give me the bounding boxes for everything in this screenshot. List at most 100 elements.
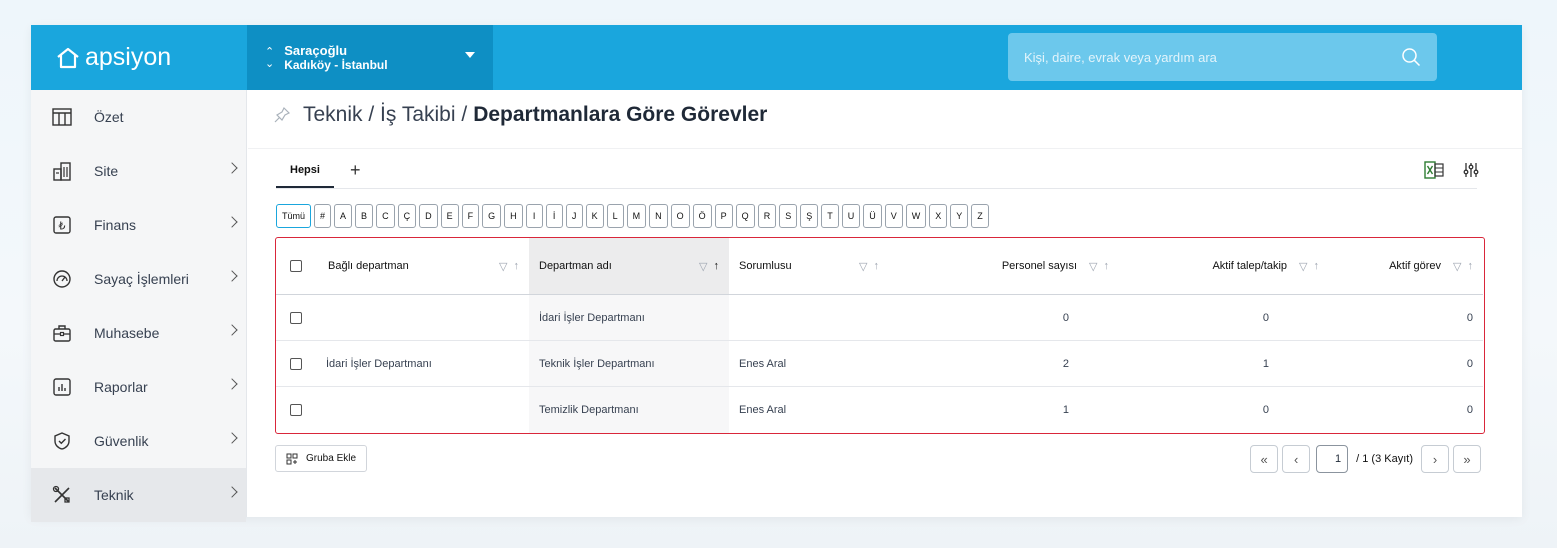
last-page-button[interactable]: » [1453, 445, 1481, 473]
cell-active-tasks: 0 [1466, 357, 1473, 370]
letter-filter-item[interactable]: R [757, 204, 777, 228]
letter-filter-item[interactable]: L [606, 204, 624, 228]
letter-filter-item[interactable]: T [821, 204, 839, 228]
filter-icon[interactable]: ▽ [859, 260, 867, 273]
sidebar: Özet Site ₺ Finans Sayaç İşlemleri Muhas… [31, 90, 247, 522]
sidebar-item-finans[interactable]: ₺ Finans [31, 198, 246, 252]
column-header[interactable]: Personel sayısı [1002, 260, 1077, 272]
sort-icon[interactable]: ↑ [514, 260, 520, 273]
letter-filter-all[interactable]: Tümü [276, 204, 312, 228]
letter-filter-item[interactable]: V [884, 204, 903, 228]
row-checkbox[interactable] [290, 311, 302, 324]
column-header[interactable]: Departman adı [539, 260, 612, 272]
letter-filter-item[interactable]: P [714, 204, 733, 228]
sidebar-item-label: Site [94, 163, 119, 179]
first-page-button[interactable]: « [1250, 445, 1279, 473]
cell-staff-count: 2 [1062, 357, 1069, 370]
next-page-button[interactable]: › [1421, 445, 1449, 473]
page-number-input[interactable]: 1 [1316, 445, 1349, 473]
column-header[interactable]: Aktif talep/takip [1212, 260, 1287, 272]
pagination: « ‹ 1 / 1 (3 Kayıt) › » [1250, 445, 1481, 473]
sidebar-item-site[interactable]: Site [31, 144, 246, 198]
filter-icon[interactable]: ▽ [1453, 260, 1461, 273]
sidebar-item-teknik[interactable]: Teknik [31, 468, 246, 522]
letter-filter-item[interactable]: Ö [692, 204, 712, 228]
letter-filter-item[interactable]: S [779, 204, 798, 228]
letter-filter-item[interactable]: B [355, 204, 374, 228]
dropdown-caret-icon[interactable] [465, 52, 475, 58]
filter-icon[interactable]: ▽ [699, 260, 707, 273]
sidebar-item-guvenlik[interactable]: Güvenlik [31, 414, 246, 468]
letter-filter-item[interactable]: I [525, 204, 543, 228]
letter-filter-item[interactable]: H [504, 204, 523, 228]
sort-asc-icon[interactable]: ↑ [714, 260, 720, 273]
divider [276, 188, 1477, 189]
letter-filter-item[interactable]: İ [545, 204, 563, 228]
table-row[interactable]: İdari İşler Departmanı 0 0 0 [276, 295, 1483, 341]
search-icon[interactable] [1401, 47, 1421, 67]
filter-icon[interactable]: ▽ [1089, 260, 1097, 273]
add-tab-button[interactable]: + [350, 160, 361, 187]
letter-filter-item[interactable]: Z [971, 204, 989, 228]
cell-responsible: Enes Aral [739, 404, 787, 416]
letter-filter-item[interactable]: J [565, 204, 583, 228]
sidebar-item-sayac-islemleri[interactable]: Sayaç İşlemleri [31, 252, 246, 306]
search-input[interactable] [1024, 49, 1401, 65]
cell-department-name: Teknik İşler Departmanı [529, 341, 729, 386]
sidebar-item-ozet[interactable]: Özet [31, 90, 246, 144]
row-checkbox[interactable] [290, 404, 302, 416]
letter-filter-item[interactable]: C [376, 204, 395, 228]
letter-filter-item[interactable]: Y [950, 204, 969, 228]
letter-filter-item[interactable]: Ü [863, 204, 882, 228]
excel-export-icon[interactable] [1424, 161, 1444, 179]
column-header[interactable]: Aktif görev [1389, 260, 1441, 272]
filter-icon[interactable]: ▽ [499, 260, 507, 273]
chevron-right-icon [226, 432, 238, 444]
briefcase-icon [51, 322, 73, 344]
site-switcher[interactable]: ⌃ ⌄ Saraçoğlu Kadıköy - İstanbul [247, 25, 493, 90]
letter-filter-item[interactable]: E [440, 204, 459, 228]
cell-department-name: Temizlik Departmanı [529, 387, 729, 433]
column-header[interactable]: Bağlı departman [328, 260, 409, 272]
cell-active-requests: 0 [1262, 404, 1269, 416]
sidebar-item-raporlar[interactable]: Raporlar [31, 360, 246, 414]
letter-filter-item[interactable]: Ş [800, 204, 819, 228]
letter-filter-item[interactable]: D [419, 204, 438, 228]
cell-staff-count: 0 [1062, 311, 1069, 324]
chevron-right-icon [226, 270, 238, 282]
cell-responsible: Enes Aral [739, 357, 787, 370]
letter-filter-item[interactable]: M [626, 204, 647, 228]
building-icon [51, 160, 73, 182]
pin-icon[interactable] [273, 106, 291, 124]
column-settings-icon[interactable] [1462, 161, 1480, 179]
sidebar-item-label: Muhasebe [94, 325, 160, 341]
cell-responsible [729, 295, 919, 340]
table-row[interactable]: Temizlik Departmanı Enes Aral 1 0 0 [276, 387, 1483, 433]
letter-filter-item[interactable]: N [649, 204, 668, 228]
prev-page-button[interactable]: ‹ [1282, 445, 1311, 473]
letter-filter-item[interactable]: U [841, 204, 861, 228]
sidebar-item-muhasebe[interactable]: Muhasebe [31, 306, 246, 360]
row-checkbox[interactable] [290, 357, 302, 370]
letter-filter-item[interactable]: X [929, 204, 948, 228]
letter-filter-item[interactable]: K [585, 204, 604, 228]
column-header[interactable]: Sorumlusu [739, 260, 792, 272]
filter-icon[interactable]: ▽ [1299, 260, 1307, 273]
table-row[interactable]: İdari İşler Departmanı Teknik İşler Depa… [276, 341, 1483, 387]
tab-hepsi[interactable]: Hepsi [276, 158, 334, 188]
letter-filter-item[interactable]: G [482, 204, 502, 228]
letter-filter-item[interactable]: Q [735, 204, 755, 228]
letter-filter-item[interactable]: Ç [397, 204, 417, 228]
sort-icon[interactable]: ↑ [874, 260, 880, 273]
letter-filter-item[interactable]: # [314, 204, 332, 228]
select-all-checkbox[interactable] [290, 260, 302, 272]
letter-filter-item[interactable]: F [461, 204, 480, 228]
breadcrumb-path[interactable]: Teknik / İş Takibi / [303, 103, 467, 127]
brand-logo[interactable]: apsiyon [31, 25, 247, 90]
letter-filter-item[interactable]: A [334, 204, 353, 228]
sort-icon[interactable]: ↑ [1468, 260, 1474, 273]
sidebar-item-label: Özet [94, 109, 124, 125]
letter-filter-item[interactable]: W [905, 204, 927, 228]
letter-filter-item[interactable]: O [670, 204, 690, 228]
add-to-group-button[interactable]: Gruba Ekle [275, 445, 368, 472]
